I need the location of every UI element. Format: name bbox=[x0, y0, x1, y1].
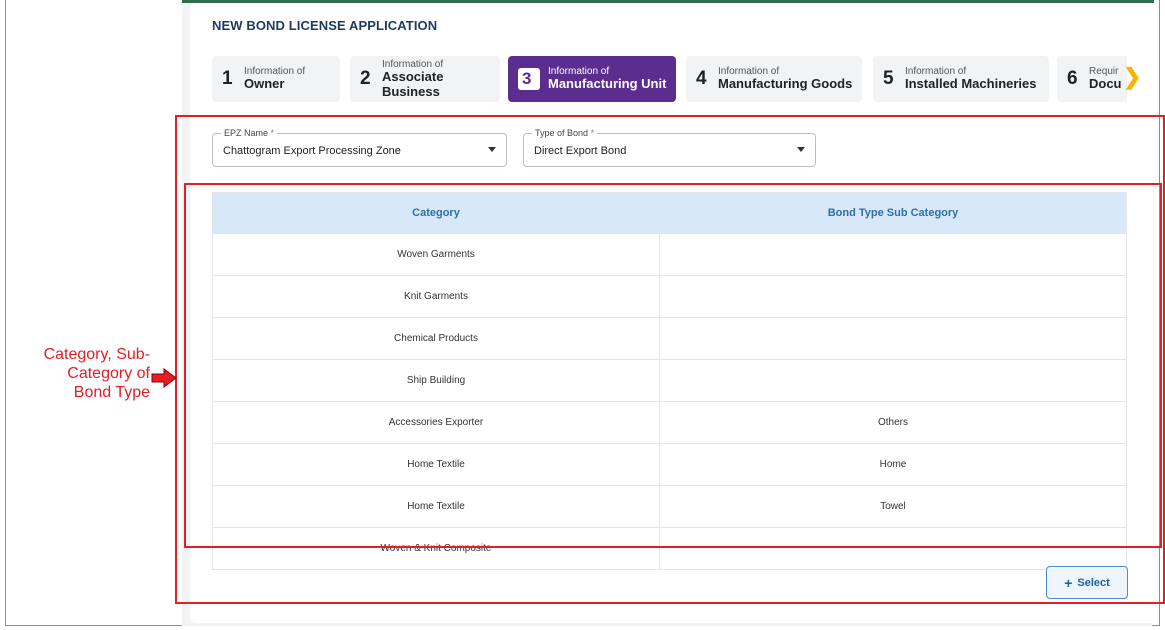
annotation-highlight-table bbox=[184, 183, 1162, 548]
step-owner[interactable]: 1 Information of Owner bbox=[212, 56, 340, 102]
step-associate-business[interactable]: 2 Information of Associate Business bbox=[350, 56, 500, 102]
step-number: 6 bbox=[1067, 68, 1078, 89]
step-number: 1 bbox=[222, 68, 233, 89]
step-label: Owner bbox=[244, 76, 285, 92]
callout-line: Category, Sub- bbox=[43, 346, 150, 363]
step-label: Docu bbox=[1089, 76, 1122, 92]
step-number: 5 bbox=[883, 68, 894, 89]
callout-line: Bond Type bbox=[73, 384, 150, 401]
step-manufacturing-goods[interactable]: 4 Information of Manufacturing Goods bbox=[686, 56, 862, 102]
annotation-callout: Category, Sub- Category of Bond Type bbox=[0, 345, 150, 402]
step-label: Manufacturing Unit bbox=[548, 76, 667, 92]
step-installed-machineries[interactable]: 5 Information of Installed Machineries bbox=[873, 56, 1049, 102]
step-label: Associate Business bbox=[382, 69, 444, 99]
application-stepper: 1 Information of Owner 2 Information of … bbox=[212, 56, 1127, 102]
step-number: 3 bbox=[518, 68, 540, 90]
step-number: 2 bbox=[360, 68, 371, 89]
chevron-right-icon[interactable]: ❯ bbox=[1123, 64, 1141, 90]
step-number: 4 bbox=[696, 68, 707, 89]
step-label: Manufacturing Goods bbox=[718, 76, 853, 92]
page-title: NEW BOND LICENSE APPLICATION bbox=[212, 18, 438, 33]
step-required-documents[interactable]: 6 Requir Docu bbox=[1057, 56, 1127, 102]
step-manufacturing-unit[interactable]: 3 Information of Manufacturing Unit bbox=[508, 56, 676, 102]
step-label: Installed Machineries bbox=[905, 76, 1037, 92]
callout-line: Category of bbox=[67, 365, 150, 382]
red-arrow-right-icon bbox=[151, 368, 177, 388]
